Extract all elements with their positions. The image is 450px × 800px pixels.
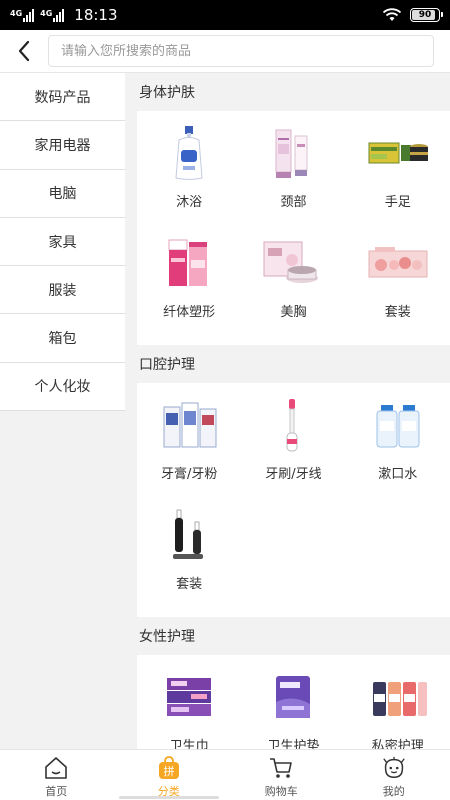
category-item-label: 沐浴 (176, 195, 203, 210)
panty-liner-icon (258, 667, 328, 727)
category-item-label: 美胸 (280, 305, 307, 320)
category-item-body-wash[interactable]: 沐浴 (137, 119, 241, 229)
sidebar-item-label: 数码产品 (34, 89, 91, 106)
category-item-label: 牙刷/牙线 (265, 467, 322, 482)
home-icon (43, 755, 69, 781)
battery-level: 90 (418, 10, 432, 20)
sidebar-item-furniture[interactable]: 家具 (0, 217, 125, 267)
electric-toothbrush-set-icon (154, 505, 224, 565)
network-type: 4G (10, 8, 23, 18)
battery-icon: 90 (410, 8, 443, 22)
active-tab-indicator (118, 796, 219, 799)
category-item-bust[interactable]: 美胸 (241, 229, 345, 339)
neck-cream-tube-icon (258, 123, 328, 183)
sanitary-napkin-icon (154, 667, 224, 727)
bottom-tabbar: 首页 拼 分类 购物车 我的 (0, 749, 450, 800)
signal-icon: 4G (10, 8, 35, 22)
back-button[interactable] (0, 30, 48, 73)
category-item-neck[interactable]: 颈部 (241, 119, 345, 229)
section-grid-feminine-care: 卫生巾 卫生护垫 私密护理 (137, 655, 450, 749)
sidebar-item-bags[interactable]: 箱包 (0, 314, 125, 363)
category-item-mouthwash[interactable]: 漱口水 (346, 391, 450, 501)
sidebar-item-label: 个人化妆 (34, 379, 91, 396)
slimming-cream-icon (154, 233, 224, 293)
category-item-toothbrush[interactable]: 牙刷/牙线 (241, 391, 345, 501)
status-time: 18:13 (74, 6, 118, 24)
sidebar-item-clothing[interactable]: 服装 (0, 266, 125, 315)
intimate-care-bottles-icon (363, 667, 433, 727)
tab-cart[interactable]: 购物车 (225, 750, 338, 800)
skincare-set-icon (363, 233, 433, 293)
tab-label: 我的 (382, 785, 405, 798)
status-bar: 4G 4G 18:13 90 (0, 0, 450, 30)
search-header (0, 30, 450, 73)
category-item-label: 卫生巾 (169, 739, 209, 749)
category-item-label: 卫生护垫 (267, 739, 320, 749)
sidebar-item-label: 电脑 (48, 186, 77, 203)
category-item-sanitary-napkin[interactable]: 卫生巾 (137, 663, 241, 749)
section-title-oral-care: 口腔护理 (139, 357, 195, 373)
category-bag-icon: 拼 (156, 755, 182, 781)
category-sidebar: 数码产品 家用电器 电脑 家具 服装 箱包 个人化妆 (0, 73, 125, 749)
sidebar-item-label: 箱包 (48, 331, 77, 348)
toothpaste-icon (154, 395, 224, 455)
sidebar-item-label: 家用电器 (34, 137, 91, 154)
body-wash-bottle-icon (154, 123, 224, 183)
category-item-label: 手足 (384, 195, 411, 210)
sidebar-item-digital[interactable]: 数码产品 (0, 73, 125, 122)
network-type-2: 4G (40, 8, 53, 18)
chevron-left-icon (18, 40, 30, 62)
profile-icon (381, 755, 407, 781)
bust-cream-box-icon (258, 233, 328, 293)
category-item-panty-liner[interactable]: 卫生护垫 (241, 663, 345, 749)
category-item-label: 颈部 (280, 195, 307, 210)
toothbrush-icon (258, 395, 328, 455)
cart-icon (268, 755, 294, 781)
category-item-oral-set[interactable]: 套装 (137, 501, 241, 611)
category-item-toothpaste[interactable]: 牙膏/牙粉 (137, 391, 241, 501)
search-box[interactable] (48, 35, 434, 67)
section-title-body-care: 身体护肤 (139, 85, 195, 101)
category-item-body-set[interactable]: 套装 (346, 229, 450, 339)
tab-profile[interactable]: 我的 (338, 750, 450, 800)
category-item-label: 私密护理 (371, 739, 424, 749)
sidebar-item-personal-care[interactable]: 个人化妆 (0, 362, 125, 412)
sidebar-item-computer[interactable]: 电脑 (0, 169, 125, 218)
section-grid-oral-care: 牙膏/牙粉 牙刷/牙线 漱口水 套装 (137, 383, 450, 617)
signal-icon-2: 4G (40, 8, 65, 22)
tab-home[interactable]: 首页 (0, 750, 113, 800)
category-item-label: 套装 (384, 305, 411, 320)
category-item-label: 纤体塑形 (163, 305, 216, 320)
wifi-icon (382, 8, 402, 21)
tab-label: 购物车 (264, 785, 298, 798)
section-grid-body-care: 沐浴 颈部 手足 纤体塑形 美胸 套装 (137, 111, 450, 345)
tab-category[interactable]: 拼 分类 (113, 750, 226, 800)
hand-foot-cream-icon (363, 123, 433, 183)
tab-label: 首页 (45, 785, 68, 798)
category-item-hand-foot[interactable]: 手足 (346, 119, 450, 229)
category-item-slimming[interactable]: 纤体塑形 (137, 229, 241, 339)
category-item-label: 套装 (176, 577, 203, 592)
mouthwash-icon (363, 395, 433, 455)
sidebar-item-appliances[interactable]: 家用电器 (0, 121, 125, 170)
category-item-intimate-care[interactable]: 私密护理 (346, 663, 450, 749)
section-title-feminine-care: 女性护理 (139, 629, 195, 645)
sidebar-item-label: 服装 (48, 282, 77, 299)
category-content: 身体护肤 沐浴 颈部 手足 纤体塑形 美胸 套装 口腔护理 牙膏/牙粉 牙刷/牙… (137, 73, 450, 749)
category-item-label: 牙膏/牙粉 (160, 467, 218, 482)
sidebar-item-label: 家具 (48, 234, 77, 251)
tab-badge: 拼 (163, 764, 174, 778)
category-item-label: 漱口水 (378, 467, 418, 482)
search-input[interactable] (61, 43, 433, 59)
